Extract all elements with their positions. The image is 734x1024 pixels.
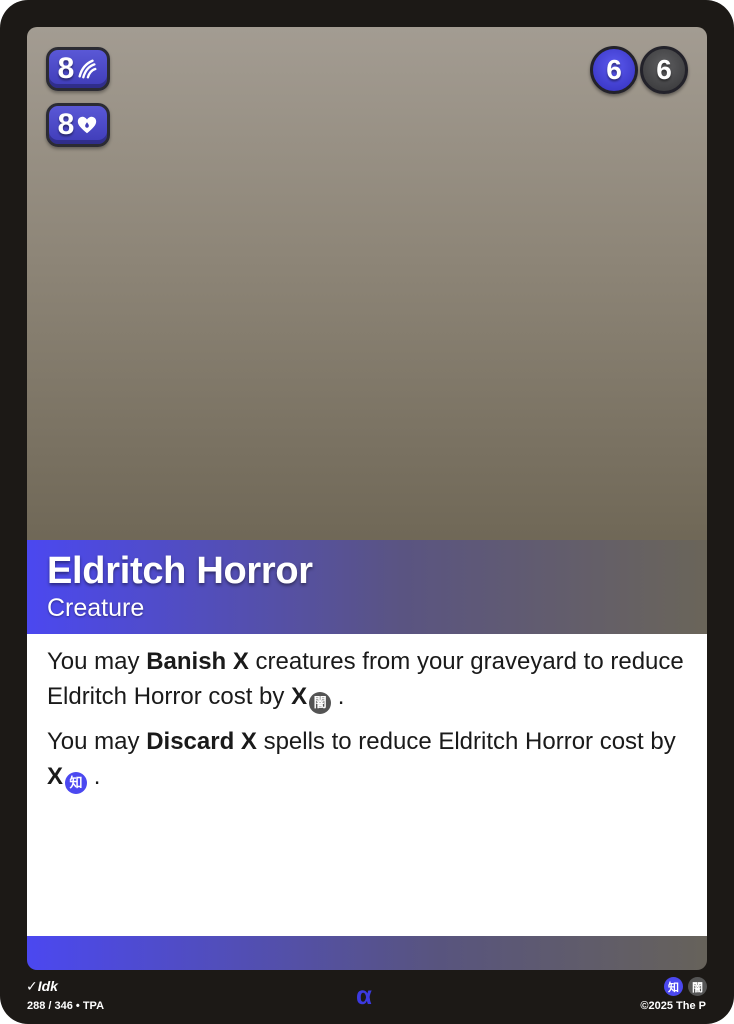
claw-slash-icon: [78, 59, 97, 79]
darkness-element-icon: 闇: [688, 977, 707, 996]
attack-stat: 8: [46, 47, 110, 91]
ability-banish: You may Banish X creatures from your gra…: [47, 644, 687, 714]
artist-credit: ✓Idk: [26, 978, 58, 994]
heart-drop-icon: [78, 116, 97, 134]
rarity-symbol: α: [356, 980, 372, 1010]
keyword-banish: Banish X: [146, 648, 249, 675]
knowledge-element-icon: 知: [664, 977, 683, 996]
copyright: ©2025 The P: [640, 1000, 706, 1012]
pen-icon: ✓: [26, 978, 38, 994]
card-type: Creature: [47, 594, 145, 622]
rules-text: You may Banish X creatures from your gra…: [27, 634, 707, 936]
keyword-discard: Discard X: [146, 728, 257, 755]
card[interactable]: 8 8 6 6 Eldritch Horror Creature You may…: [0, 0, 734, 1024]
knowledge-element-icon: 知: [65, 771, 88, 794]
card-name: Eldritch Horror: [47, 550, 313, 592]
cost-knowledge: 6: [590, 46, 638, 94]
footer-bar: [27, 936, 707, 970]
darkness-element-icon: 闇: [309, 691, 332, 714]
ability-discard: You may Discard X spells to reduce Eldri…: [47, 724, 687, 794]
health-stat: 8: [46, 103, 110, 147]
health-value: 8: [57, 108, 75, 141]
set-info: 288 / 346 • TPA: [27, 1000, 105, 1012]
title-banner: Eldritch Horror Creature: [27, 540, 707, 634]
attack-value: 8: [57, 52, 75, 85]
card-art: [27, 27, 707, 547]
cost-darkness: 6: [640, 46, 688, 94]
